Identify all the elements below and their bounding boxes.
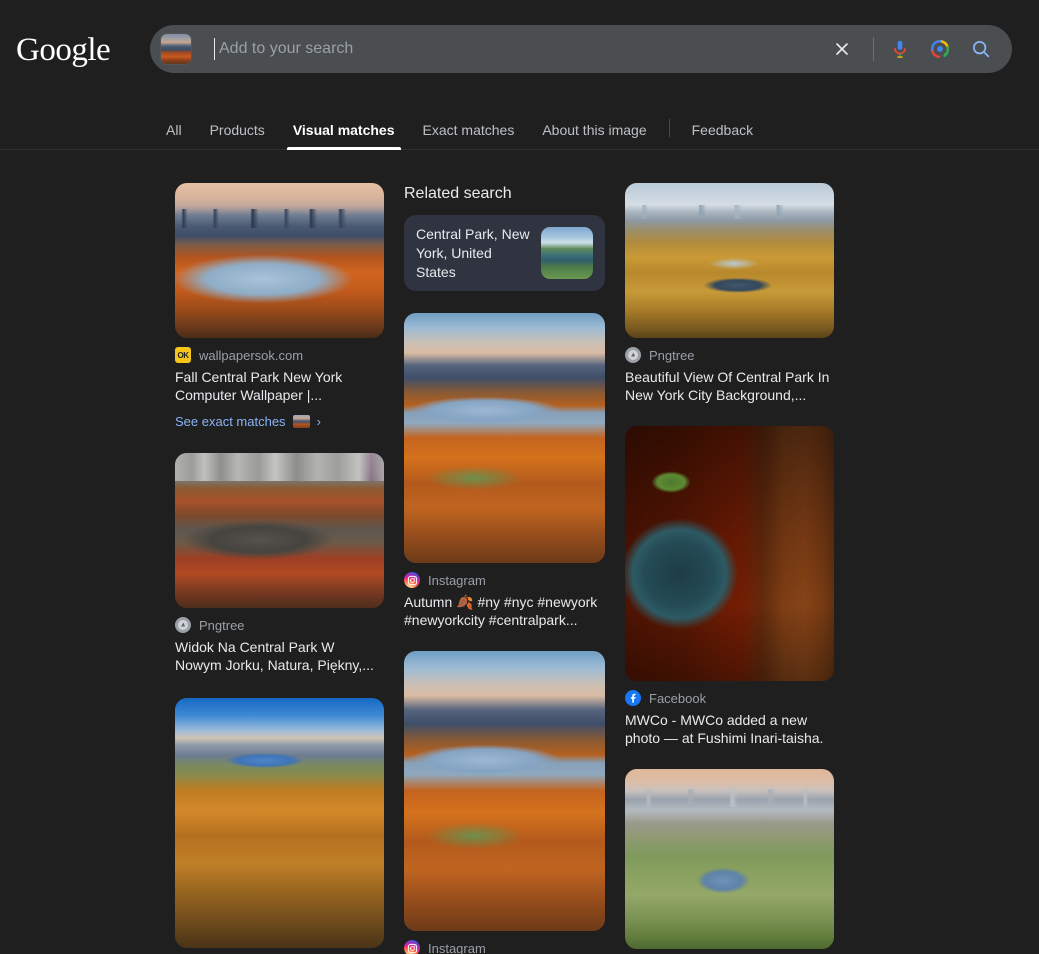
result-card[interactable]: Pngtree Beautiful View Of Central Park I… bbox=[625, 183, 834, 404]
result-title[interactable]: Fall Central Park New York Computer Wall… bbox=[175, 368, 384, 404]
central-park-sunset-skyline-photo[interactable] bbox=[175, 183, 384, 338]
result-title[interactable]: Widok Na Central Park W Nowym Jorku, Nat… bbox=[175, 638, 384, 674]
result-card[interactable]: Facebook MWCo - MWCo added a new photo —… bbox=[625, 426, 834, 747]
tab-products[interactable]: Products bbox=[196, 122, 279, 150]
source-label: wallpapersok.com bbox=[199, 347, 304, 363]
related-search-label: Central Park, New York, United States bbox=[416, 225, 530, 280]
google-lens-icon[interactable] bbox=[924, 33, 956, 65]
result-source: Instagram bbox=[404, 940, 605, 954]
tab-visual-matches[interactable]: Visual matches bbox=[279, 122, 409, 150]
instagram-favicon bbox=[404, 572, 420, 588]
central-park-vastness-photo[interactable] bbox=[404, 651, 605, 931]
toolbar-divider bbox=[873, 37, 874, 61]
result-title[interactable]: Beautiful View Of Central Park In New Yo… bbox=[625, 368, 834, 404]
result-meta: Instagram Autumn 🍂 #ny #nyc #newyork #ne… bbox=[404, 563, 605, 629]
result-card[interactable]: OK wallpapersok.com Fall Central Park Ne… bbox=[175, 183, 384, 429]
search-icon[interactable] bbox=[966, 34, 996, 64]
close-icon[interactable] bbox=[827, 34, 857, 64]
tab-exact-matches[interactable]: Exact matches bbox=[409, 122, 529, 150]
instagram-favicon bbox=[404, 940, 420, 954]
see-exact-matches-label: See exact matches bbox=[175, 414, 286, 429]
pngtree-favicon bbox=[175, 617, 191, 633]
central-park-reservoir-topdown-photo[interactable] bbox=[625, 426, 834, 681]
result-source: Facebook bbox=[625, 690, 834, 706]
result-source: Pngtree bbox=[175, 617, 384, 633]
source-label: Pngtree bbox=[649, 347, 695, 363]
masonry-columns: OK wallpapersok.com Fall Central Park Ne… bbox=[0, 183, 1039, 954]
result-title[interactable]: MWCo - MWCo added a new photo — at Fushi… bbox=[625, 711, 834, 747]
see-exact-matches-link[interactable]: See exact matches › bbox=[175, 414, 384, 429]
google-logo[interactable]: Google bbox=[16, 32, 111, 69]
tab-divider bbox=[668, 119, 670, 137]
search-bar[interactable]: Add to your search bbox=[150, 25, 1012, 73]
result-meta: Pngtree Beautiful View Of Central Park I… bbox=[625, 338, 834, 404]
search-input[interactable]: Add to your search bbox=[215, 40, 827, 58]
results-column-left: OK wallpapersok.com Fall Central Park Ne… bbox=[175, 183, 384, 954]
source-label: Pngtree bbox=[199, 617, 245, 633]
microphone-icon[interactable] bbox=[884, 33, 916, 65]
result-source: Instagram bbox=[404, 572, 605, 588]
related-search-section: Related search Central Park, New York, U… bbox=[404, 183, 605, 291]
result-meta: Facebook MWCo - MWCo added a new photo —… bbox=[625, 681, 834, 747]
exact-match-thumbnail bbox=[292, 415, 310, 428]
central-park-autumn-dusk-photo[interactable] bbox=[404, 313, 605, 563]
central-park-hazy-skyline-photo[interactable] bbox=[625, 183, 834, 338]
page-header: Google Add to your search All Products V… bbox=[0, 0, 1039, 150]
result-tabs: All Products Visual matches Exact matche… bbox=[160, 112, 767, 150]
central-park-sunrise-photo[interactable] bbox=[625, 769, 834, 949]
central-park-aerial-thumbnail bbox=[541, 227, 593, 279]
result-title[interactable]: Autumn 🍂 #ny #nyc #newyork #newyorkcity … bbox=[404, 593, 605, 629]
source-label: Instagram bbox=[428, 572, 486, 588]
results-column-middle: Related search Central Park, New York, U… bbox=[404, 183, 605, 954]
tab-all[interactable]: All bbox=[160, 122, 196, 150]
source-label: Instagram bbox=[428, 940, 486, 954]
related-search-item[interactable]: Central Park, New York, United States bbox=[404, 215, 605, 291]
uploaded-image-thumbnail[interactable] bbox=[160, 33, 192, 65]
tab-about-this-image[interactable]: About this image bbox=[528, 122, 660, 150]
pngtree-favicon bbox=[625, 347, 641, 363]
facebook-favicon bbox=[625, 690, 641, 706]
result-source: OK wallpapersok.com bbox=[175, 347, 384, 363]
result-card[interactable]: Instagram The vastness of our park in NY… bbox=[404, 651, 605, 954]
result-card[interactable] bbox=[625, 769, 834, 949]
result-meta: Pngtree Widok Na Central Park W Nowym Jo… bbox=[175, 608, 384, 674]
result-meta: Instagram The vastness of our park in NY… bbox=[404, 931, 605, 954]
tab-feedback[interactable]: Feedback bbox=[678, 122, 767, 150]
result-card[interactable]: Instagram Autumn 🍂 #ny #nyc #newyork #ne… bbox=[404, 313, 605, 629]
related-search-heading: Related search bbox=[404, 185, 512, 202]
source-label: Facebook bbox=[649, 690, 707, 706]
central-park-blue-sky-aerial-photo[interactable] bbox=[175, 698, 384, 948]
visual-matches-results: OK wallpapersok.com Fall Central Park Ne… bbox=[0, 151, 1039, 954]
wallpapersok-favicon: OK bbox=[175, 347, 191, 363]
result-source: Pngtree bbox=[625, 347, 834, 363]
results-column-right: Pngtree Beautiful View Of Central Park I… bbox=[625, 183, 834, 954]
result-meta: OK wallpapersok.com Fall Central Park Ne… bbox=[175, 338, 384, 429]
central-park-pond-autumn-photo[interactable] bbox=[175, 453, 384, 608]
chevron-right-icon: › bbox=[316, 414, 321, 429]
result-card[interactable] bbox=[175, 698, 384, 948]
result-card[interactable]: Pngtree Widok Na Central Park W Nowym Jo… bbox=[175, 453, 384, 674]
